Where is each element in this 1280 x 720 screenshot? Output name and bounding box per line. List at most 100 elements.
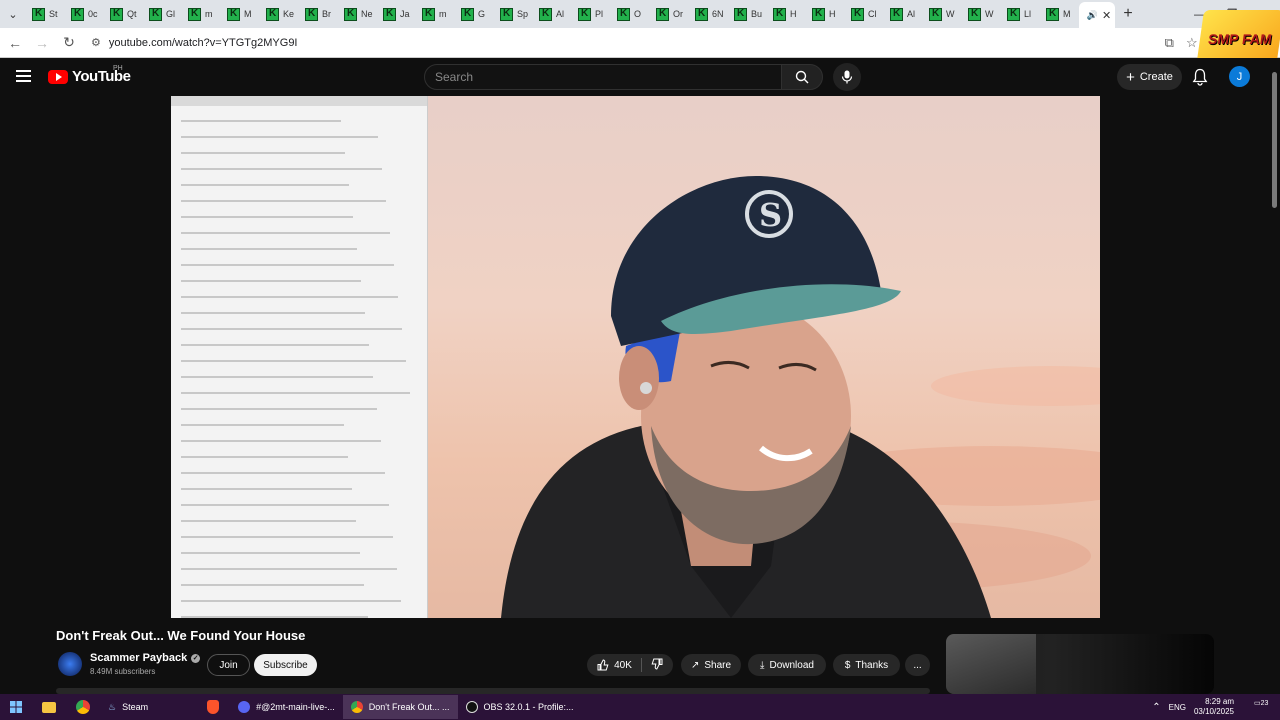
share-icon: ↗ — [690, 659, 700, 671]
browser-tab[interactable]: M — [221, 3, 260, 25]
taskbar-item-browser[interactable]: Don't Freak Out... ... — [342, 695, 458, 719]
video-player[interactable]: S — [171, 96, 1100, 618]
browser-tab[interactable]: M — [1040, 3, 1079, 25]
browser-tab[interactable]: Ke — [260, 3, 299, 25]
tab-favicon-icon — [110, 7, 123, 21]
search-button[interactable] — [781, 64, 823, 90]
tab-favicon-icon — [266, 7, 279, 21]
like-count: 40K — [614, 659, 632, 671]
back-button[interactable]: ← — [3, 31, 27, 55]
browser-tab[interactable]: H — [767, 3, 806, 25]
notification-center[interactable]: ▭23 — [1254, 699, 1270, 715]
install-app-icon[interactable]: ⧉ — [1165, 35, 1174, 51]
tab-favicon-icon — [890, 7, 903, 21]
browser-tab[interactable]: G — [455, 3, 494, 25]
clock[interactable]: 8:29 am 03/10/2025 — [1194, 697, 1234, 717]
menu-icon[interactable] — [16, 70, 31, 82]
subscribe-button[interactable]: Subscribe — [254, 654, 317, 676]
browser-tab[interactable]: Sp — [494, 3, 533, 25]
language-indicator[interactable]: ENG — [1169, 703, 1186, 712]
reload-button[interactable]: ↻ — [57, 31, 81, 55]
tab-label: O — [634, 9, 642, 19]
tab-label: Al — [556, 9, 565, 19]
close-tab-icon[interactable]: ✕ — [1102, 9, 1111, 22]
browser-tab[interactable]: Ll — [1001, 3, 1040, 25]
dislike-button[interactable] — [651, 658, 663, 673]
tray-chevron-icon[interactable]: ⌃ — [1152, 702, 1160, 713]
tab-label: H — [829, 9, 836, 19]
tab-label: Qt — [127, 9, 137, 19]
tab-list: St 0c Qt Gl m M Ke Br Ne Ja m G Sp Al Pl O Or 6N Bu H H Cl Al W… — [26, 0, 1079, 28]
tab-favicon-icon — [539, 7, 552, 21]
browser-tab[interactable]: St — [26, 3, 65, 25]
browser-tab[interactable]: Cl — [845, 3, 884, 25]
more-actions-button[interactable]: ... — [905, 654, 930, 676]
tab-favicon-icon — [656, 7, 669, 21]
browser-tab[interactable]: 6N — [689, 3, 728, 25]
browser-tab[interactable]: Qt — [104, 3, 143, 25]
browser-tab[interactable]: 0c — [65, 3, 104, 25]
browser-tab[interactable]: m — [416, 3, 455, 25]
browser-tab[interactable]: H — [806, 3, 845, 25]
tab-label: M — [1063, 9, 1071, 19]
file-explorer-icon[interactable] — [32, 694, 66, 720]
scrollbar-thumb[interactable] — [1272, 72, 1277, 208]
account-avatar[interactable]: J — [1229, 66, 1250, 87]
voice-search-button[interactable] — [833, 63, 861, 91]
taskbar: ♨ Steam #@2mt-main-live-... Don't Freak … — [0, 694, 1280, 720]
chrome-icon[interactable] — [66, 694, 100, 720]
active-tab[interactable]: 🔊 ✕ — [1079, 2, 1115, 28]
browser-tab[interactable]: m — [182, 3, 221, 25]
tab-favicon-icon — [578, 7, 591, 21]
tab-label: St — [49, 9, 58, 19]
site-info-icon[interactable]: ⚙ — [91, 36, 101, 49]
browser-tab[interactable]: O — [611, 3, 650, 25]
url-text[interactable]: youtube.com/watch?v=YTGTg2MYG9I — [109, 37, 298, 49]
microphone-icon — [841, 70, 853, 84]
browser-tab[interactable]: Ja — [377, 3, 416, 25]
omnibox[interactable]: ⚙ youtube.com/watch?v=YTGTg2MYG9I — [87, 32, 1167, 54]
create-button[interactable]: + Create — [1117, 64, 1182, 90]
browser-tab[interactable]: W — [962, 3, 1001, 25]
browser-tab[interactable]: Ne — [338, 3, 377, 25]
plus-icon: + — [1126, 68, 1135, 86]
new-tab-button[interactable]: + — [1115, 5, 1141, 23]
youtube-logo[interactable]: YouTube PH — [48, 65, 131, 85]
tab-label: Bu — [751, 9, 763, 19]
browser-tab[interactable]: Al — [884, 3, 923, 25]
browser-tab[interactable]: Br — [299, 3, 338, 25]
speaker-icon[interactable]: 🔊 — [1087, 10, 1098, 21]
taskbar-item-discord[interactable]: #@2mt-main-live-... — [230, 695, 343, 719]
download-icon: ⤓ — [760, 659, 765, 671]
browser-tab[interactable]: W — [923, 3, 962, 25]
taskbar-item-obs[interactable]: OBS 32.0.1 - Profile:... — [458, 695, 582, 719]
thanks-icon: $ — [844, 659, 851, 671]
taskbar-item-steam[interactable]: ♨ Steam — [100, 695, 156, 719]
notifications-button[interactable] — [1192, 68, 1208, 91]
channel-name[interactable]: Scammer Payback ✓ — [90, 652, 201, 664]
tab-label: Sp — [517, 9, 529, 19]
channel-avatar[interactable] — [58, 652, 82, 676]
like-button[interactable]: 40K — [597, 659, 632, 671]
download-button[interactable]: ⤓ Download — [748, 654, 826, 676]
share-button[interactable]: ↗ Share — [681, 654, 741, 676]
join-button[interactable]: Join — [207, 654, 250, 676]
thanks-button[interactable]: $ Thanks — [833, 654, 900, 676]
browser-tab[interactable]: Pl — [572, 3, 611, 25]
bookmark-star-icon[interactable]: ☆ — [1186, 35, 1198, 51]
browser-tab[interactable]: Bu — [728, 3, 767, 25]
start-button[interactable] — [0, 694, 32, 720]
brave-icon[interactable] — [196, 694, 230, 720]
browser-tab[interactable]: Al — [533, 3, 572, 25]
search-input[interactable] — [435, 70, 781, 84]
recommended-video-thumbnail[interactable] — [946, 634, 1214, 694]
tab-label: W — [985, 9, 994, 19]
page-scrollbar[interactable] — [1270, 66, 1278, 694]
channel-name-text[interactable]: Scammer Payback — [90, 652, 187, 664]
tab-favicon-icon — [812, 7, 825, 21]
download-label: Download — [769, 659, 814, 671]
tab-search-icon[interactable]: ⌄ — [0, 0, 26, 28]
browser-tab[interactable]: Or — [650, 3, 689, 25]
browser-tab[interactable]: Gl — [143, 3, 182, 25]
forward-button[interactable]: → — [30, 31, 54, 55]
